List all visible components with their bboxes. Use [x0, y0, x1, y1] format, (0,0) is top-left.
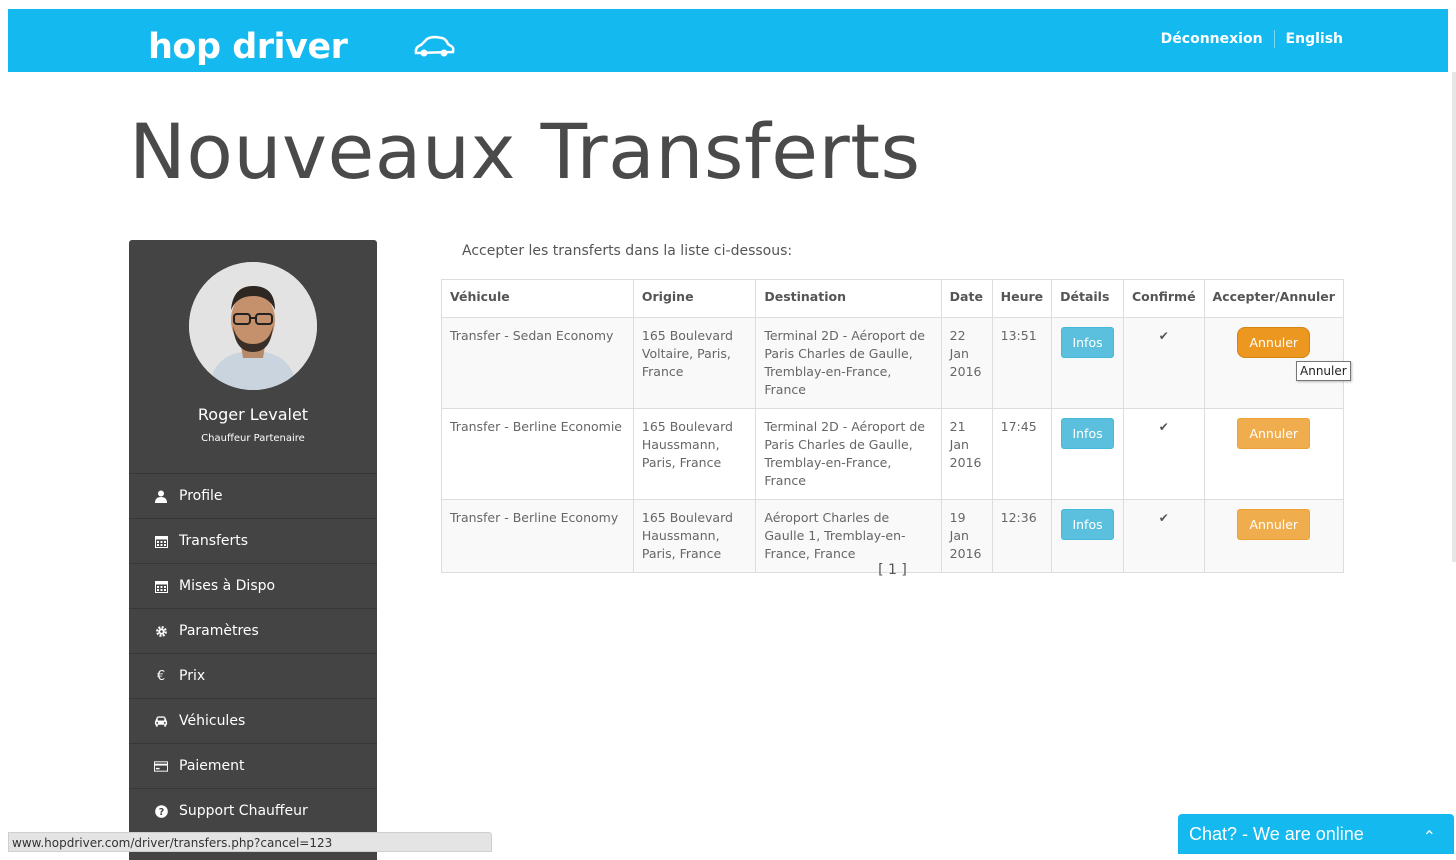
logo-text: hop driver: [148, 27, 348, 67]
column-header-confirmed: Confirmé: [1122, 279, 1205, 318]
table-row: Transfer - Berline Economie 165 Boulevar…: [441, 408, 1345, 500]
annuler-tooltip: Annuler: [1296, 361, 1351, 381]
sidebar-item-paiement[interactable]: Paiement: [129, 743, 377, 788]
sidebar-item-label: Prix: [179, 668, 206, 684]
check-icon: ✔: [1158, 511, 1169, 525]
sidebar-item-label: Paramètres: [179, 623, 259, 639]
chevron-up-icon[interactable]: ⌃: [1423, 827, 1436, 847]
logout-link[interactable]: Déconnexion: [1161, 31, 1263, 47]
sidebar-item-transferts[interactable]: Transferts: [129, 518, 377, 563]
sidebar-item-vehicules[interactable]: Véhicules: [129, 698, 377, 743]
sidebar-item-profile[interactable]: Profile: [129, 473, 377, 518]
date-day: 21: [949, 419, 966, 434]
page-scrollbar[interactable]: [1452, 72, 1456, 562]
column-header-destination: Destination: [755, 279, 942, 318]
transfers-table: Véhicule Origine Destination Date Heure …: [441, 279, 1345, 573]
annuler-button[interactable]: Annuler: [1237, 418, 1311, 449]
sidebar-item-label: Véhicules: [179, 713, 246, 729]
header-nav: Déconnexion English: [1161, 30, 1343, 48]
date-day: 22: [949, 328, 966, 343]
destination-cell: Terminal 2D - Aéroport de Paris Charles …: [755, 408, 942, 500]
column-header-time: Heure: [991, 279, 1053, 318]
column-header-details: Détails: [1051, 279, 1124, 318]
action-cell: Annuler: [1203, 408, 1345, 500]
calendar-icon: [154, 580, 168, 593]
vehicle-cell: Transfer - Berline Economie: [441, 408, 634, 500]
sidebar-menu: Profile Transferts Mises à Dispo Paramèt…: [129, 473, 377, 833]
logo[interactable]: hop driver: [148, 27, 455, 67]
date-year: 2016: [949, 546, 982, 561]
date-cell: 21 Jan 2016: [940, 408, 993, 500]
status-bar-url: www.hopdriver.com/driver/transfers.php?c…: [8, 832, 492, 852]
table-row: Transfer - Sedan Economy 165 Boulevard V…: [441, 317, 1345, 409]
user-icon: [154, 490, 168, 503]
date-cell: 22 Jan 2016: [940, 317, 993, 409]
sidebar-item-label: Paiement: [179, 758, 245, 774]
sidebar-item-prix[interactable]: € Prix: [129, 653, 377, 698]
annuler-button[interactable]: Annuler: [1237, 509, 1311, 540]
intro-text: Accepter les transferts dans la liste ci…: [462, 243, 793, 259]
car-logo-icon: [414, 35, 455, 57]
details-cell: Infos: [1051, 408, 1124, 500]
nav-divider: [1273, 30, 1275, 48]
origin-cell: 165 Boulevard Voltaire, Paris, France: [632, 317, 757, 409]
svg-text:?: ?: [158, 807, 164, 818]
infos-button[interactable]: Infos: [1061, 509, 1114, 540]
top-header: hop driver Déconnexion English: [8, 9, 1448, 72]
credit-card-icon: [154, 760, 168, 772]
destination-cell: Terminal 2D - Aéroport de Paris Charles …: [755, 317, 942, 409]
column-header-date: Date: [940, 279, 993, 318]
avatar: [189, 262, 317, 390]
sidebar-item-label: Transferts: [179, 533, 249, 549]
column-header-actions: Accepter/Annuler: [1203, 279, 1345, 318]
vehicle-cell: Transfer - Sedan Economy: [441, 317, 634, 409]
infos-button[interactable]: Infos: [1061, 327, 1114, 358]
date-year: 2016: [949, 364, 982, 379]
column-header-origin: Origine: [632, 279, 757, 318]
euro-icon: €: [156, 668, 166, 684]
sidebar-item-label: Support Chauffeur: [179, 803, 308, 819]
pagination[interactable]: [ 1 ]: [441, 562, 1344, 578]
time-cell: 13:51: [991, 317, 1053, 409]
sidebar-item-support[interactable]: ? Support Chauffeur: [129, 788, 377, 833]
sidebar: Roger Levalet Chauffeur Partenaire Profi…: [129, 240, 377, 860]
confirmed-cell: ✔: [1122, 408, 1205, 500]
origin-cell: 165 Boulevard Haussmann, Paris, France: [632, 408, 757, 500]
gear-icon: [154, 625, 168, 638]
date-month: Jan: [949, 346, 969, 361]
calendar-icon: [154, 535, 168, 548]
sidebar-item-label: Mises à Dispo: [179, 578, 276, 594]
infos-button[interactable]: Infos: [1061, 418, 1114, 449]
sidebar-item-label: Profile: [179, 488, 223, 504]
confirmed-cell: ✔: [1122, 317, 1205, 409]
column-header-vehicle: Véhicule: [441, 279, 634, 318]
profile-photo: [189, 262, 317, 390]
pagination-page[interactable]: [ 1 ]: [878, 562, 907, 578]
sidebar-item-mises-a-dispo[interactable]: Mises à Dispo: [129, 563, 377, 608]
date-year: 2016: [949, 455, 982, 470]
date-month: Jan: [949, 528, 969, 543]
table-header-row: Véhicule Origine Destination Date Heure …: [441, 279, 1345, 318]
language-link[interactable]: English: [1286, 31, 1343, 47]
question-circle-icon: ?: [154, 804, 168, 818]
user-role: Chauffeur Partenaire: [201, 433, 305, 444]
chat-label: Chat? - We are online: [1189, 823, 1364, 844]
time-cell: 17:45: [991, 408, 1053, 500]
check-icon: ✔: [1158, 420, 1169, 434]
sidebar-item-parametres[interactable]: Paramètres: [129, 608, 377, 653]
annuler-button[interactable]: Annuler: [1237, 327, 1311, 358]
user-name: Roger Levalet: [197, 405, 309, 424]
car-icon: [154, 715, 168, 727]
date-month: Jan: [949, 437, 969, 452]
page-title: Nouveaux Transferts: [129, 107, 921, 196]
chat-widget[interactable]: Chat? - We are online ⌃: [1178, 814, 1454, 854]
details-cell: Infos: [1051, 317, 1124, 409]
check-icon: ✔: [1158, 329, 1169, 343]
date-day: 19: [949, 510, 966, 525]
